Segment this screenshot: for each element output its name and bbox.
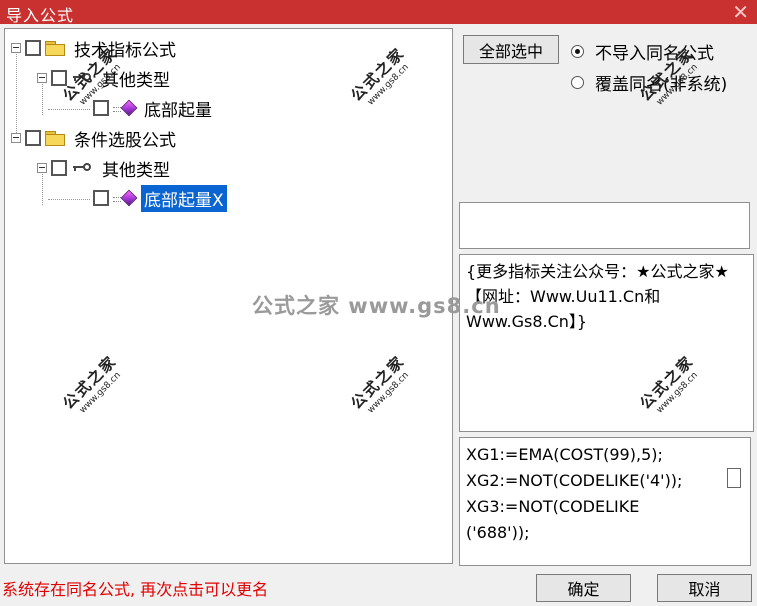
- code-text: XG1:=EMA(COST(99),5); XG2:=NOT(CODELIKE(…: [466, 442, 682, 546]
- blank-panel: [459, 202, 750, 249]
- radio-label: 不导入同名公式: [595, 44, 714, 64]
- code-box[interactable]: XG1:=EMA(COST(99),5); XG2:=NOT(CODELIKE(…: [459, 437, 751, 566]
- tree-node-label: 技术指标公式: [74, 40, 176, 61]
- checkbox[interactable]: [93, 190, 109, 206]
- formula-gem-icon: [113, 99, 138, 117]
- folder-icon: [45, 40, 65, 56]
- checkbox[interactable]: [25, 130, 41, 146]
- window-title: 导入公式: [6, 6, 75, 25]
- tree-node-label: 其他类型: [102, 160, 170, 181]
- cancel-button[interactable]: 取消: [657, 574, 752, 602]
- center-watermark: 公式之家 www.gs8.cn: [252, 294, 501, 318]
- status-message: 系统存在同名公式, 再次点击可以更名: [2, 580, 269, 599]
- tree-node-other-type-1[interactable]: 其他类型: [37, 66, 173, 91]
- collapse-icon[interactable]: [11, 43, 21, 53]
- radio-label: 覆盖同名(非系统): [595, 75, 728, 95]
- key-icon: [71, 161, 93, 175]
- tree-node-label: 底部起量: [144, 100, 212, 121]
- radio-no-import[interactable]: 不导入同名公式: [571, 39, 714, 64]
- radio-overwrite[interactable]: 覆盖同名(非系统): [571, 70, 727, 95]
- key-icon: [71, 71, 93, 85]
- checkbox[interactable]: [51, 70, 67, 86]
- tree-node-other-type-2[interactable]: 其他类型: [37, 156, 173, 181]
- checkbox[interactable]: [25, 40, 41, 56]
- radio-button-checked[interactable]: [571, 45, 584, 58]
- formula-gem-icon: [113, 189, 138, 207]
- tree-node-formula-2[interactable]: 底部起量X: [93, 184, 227, 212]
- description-text: {更多指标关注公众号：★公式之家★ 【网址：Www.Uu11.Cn和Www.Gs…: [466, 262, 729, 331]
- radio-button[interactable]: [571, 76, 584, 89]
- tree-node-screening[interactable]: 条件选股公式: [11, 126, 179, 151]
- select-all-button[interactable]: 全部选中: [463, 35, 559, 64]
- checkbox[interactable]: [93, 100, 109, 116]
- code-line: XG2:=NOT(CODELIKE('4'));: [466, 471, 683, 490]
- code-line: XG1:=EMA(COST(99),5);: [466, 445, 663, 464]
- folder-icon: [45, 130, 65, 146]
- tree-node-label: 其他类型: [102, 70, 170, 91]
- code-checkbox[interactable]: [727, 468, 741, 488]
- description-box[interactable]: {更多指标关注公众号：★公式之家★ 【网址：Www.Uu11.Cn和Www.Gs…: [459, 254, 754, 432]
- code-line: XG3:=NOT(CODELIKE: [466, 497, 640, 516]
- ok-button[interactable]: 确定: [536, 574, 631, 602]
- tree-node-label-selected: 底部起量X: [141, 184, 227, 212]
- close-icon[interactable]: ✕: [732, 0, 749, 24]
- tree-node-formula-1[interactable]: 底部起量: [93, 96, 215, 121]
- collapse-icon[interactable]: [37, 73, 47, 83]
- tree-node-label: 条件选股公式: [74, 130, 176, 151]
- code-line: ('688'));: [466, 523, 530, 542]
- tree-node-indicators[interactable]: 技术指标公式: [11, 36, 179, 61]
- title-bar: 导入公式 ✕: [0, 0, 757, 25]
- collapse-icon[interactable]: [37, 163, 47, 173]
- checkbox[interactable]: [51, 160, 67, 176]
- collapse-icon[interactable]: [11, 133, 21, 143]
